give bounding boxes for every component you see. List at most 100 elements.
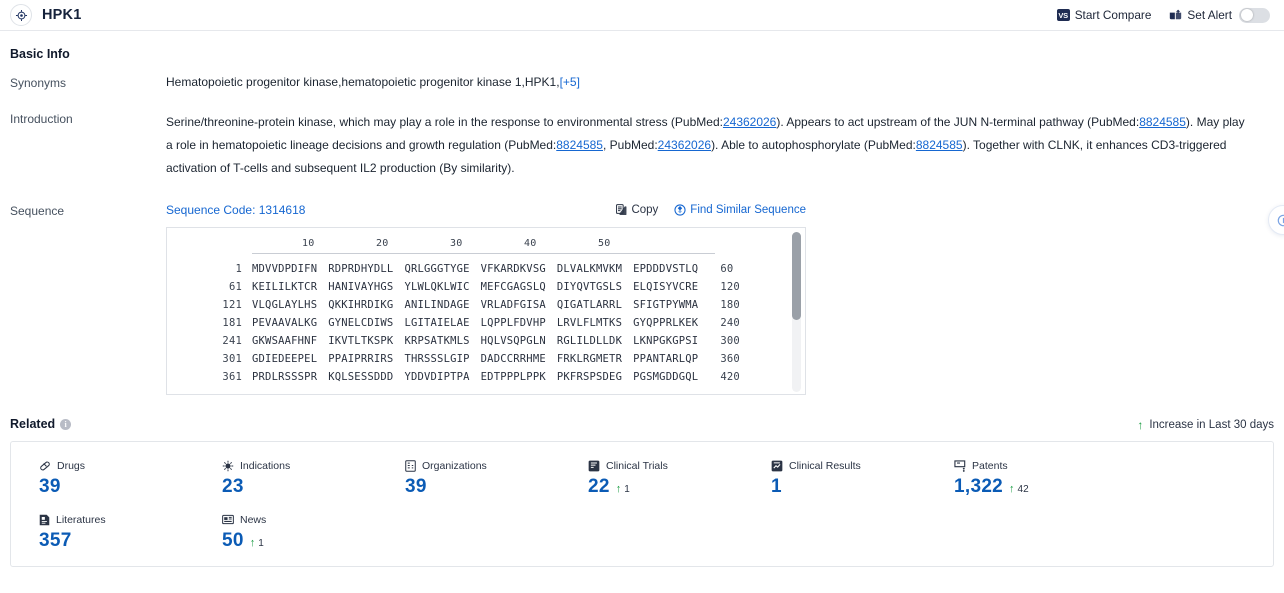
sequence-chunk: RGLILDLLDK: [556, 334, 623, 347]
sequence-chunk: MDVVDPDIFN: [252, 262, 318, 275]
stat-value-row: 50 ↑ 1: [222, 530, 405, 552]
sequence-chunk: PEVAAVALKG: [252, 316, 318, 329]
related-card: Drugs 39 Indications 23 Organizations 39 Clini…: [10, 440, 1274, 567]
sequence-chunk: ANILINDAGE: [404, 298, 470, 311]
related-stat-literatures[interactable]: Literatures 357: [39, 514, 222, 552]
stat-value[interactable]: 1,322: [954, 476, 1003, 498]
sequence-line: 361 PRDLRSSSPR KQLSESSDDD YDDVDIPTPA EDTPPPL…: [167, 368, 805, 386]
stat-value-row: 23: [222, 476, 405, 498]
sequence-chunk: GYQPPRLKEK: [633, 316, 699, 329]
pubmed-link[interactable]: 24362026: [658, 138, 711, 152]
sequence-lines: 1 MDVVDPDIFN RDPRDHYDLL QRLGGGTYGE VFKARDKVS…: [167, 260, 805, 386]
sequence-code[interactable]: Sequence Code: 1314618: [166, 203, 305, 217]
sequence-chunk: YLWLQKLWIC: [404, 280, 470, 293]
sequence-chunk: PPAIPRRIRS: [328, 352, 394, 365]
related-stat-indications[interactable]: Indications 23: [222, 460, 405, 498]
related-stat-news[interactable]: News 50 ↑ 1: [222, 514, 405, 552]
find-similar-label: Find Similar Sequence: [690, 203, 806, 216]
stat-label: Clinical Trials: [588, 460, 771, 472]
set-alert-label: Set Alert: [1187, 8, 1232, 22]
stat-label-text: Indications: [240, 459, 291, 472]
stat-value[interactable]: 357: [39, 530, 72, 552]
start-compare-label: Start Compare: [1074, 8, 1152, 22]
sequence-label: Sequence: [10, 203, 65, 218]
synonyms-row: Synonyms Hematopoietic progenitor kinase…: [10, 75, 1274, 91]
top-bar: HPK1 VS Start Compare Set Alert: [0, 0, 1284, 31]
virus-icon: [222, 460, 234, 472]
sequence-chunk: EPDDDVSTLQ: [633, 262, 699, 275]
introduction-fragment: Serine/threonine-protein kinase, which m…: [166, 114, 723, 129]
building-icon: [405, 460, 416, 472]
stat-label: Literatures: [39, 514, 222, 526]
ruler-tick: 40: [524, 237, 537, 249]
page-title: HPK1: [42, 7, 82, 23]
sequence-line: 1 MDVVDPDIFN RDPRDHYDLL QRLGGGTYGE VFKARDKVS…: [167, 260, 805, 278]
sequence-body: Sequence Code: 1314618 Copy Find Similar…: [166, 203, 1274, 395]
stat-value[interactable]: 39: [39, 476, 61, 498]
stat-label-text: Clinical Trials: [606, 459, 668, 472]
stat-delta: ↑ 42: [1009, 483, 1029, 495]
sequence-line-start: 241: [222, 334, 242, 347]
pubmed-link[interactable]: 8824585: [916, 138, 963, 152]
sequence-residues: PRDLRSSSPR KQLSESSDDD YDDVDIPTPA EDTPPPLPPK…: [252, 371, 698, 383]
set-alert-control[interactable]: Set Alert: [1169, 7, 1270, 23]
sequence-line: 61 KEILILKTCR HANIVAYHGS YLWLQKLWIC MEFCGAGS…: [167, 278, 805, 296]
start-compare-button[interactable]: VS Start Compare: [1056, 8, 1152, 22]
set-alert-toggle[interactable]: [1239, 7, 1270, 23]
sequence-chunk: HANIVAYHGS: [328, 280, 394, 293]
stat-label-text: News: [240, 513, 267, 526]
synonyms-value: Hematopoietic progenitor kinase,hematopo…: [166, 75, 1274, 91]
patents-icon: [954, 460, 966, 472]
stat-value[interactable]: 39: [405, 476, 427, 498]
copy-button[interactable]: Copy: [616, 204, 658, 216]
find-similar-sequence-button[interactable]: Find Similar Sequence: [674, 204, 806, 216]
sequence-chunk: MEFCGAGSLQ: [480, 280, 546, 293]
introduction-row: Introduction Serine/threonine-protein ki…: [10, 111, 1274, 181]
sequence-scrollbar-track[interactable]: [792, 231, 801, 392]
pubmed-link[interactable]: 8824585: [556, 138, 603, 152]
stat-label-text: Clinical Results: [789, 459, 861, 472]
sequence-chunk: HQLVSQPGLN: [480, 334, 546, 347]
delta-up-arrow-icon: ↑: [249, 536, 256, 549]
related-stat-drugs[interactable]: Drugs 39: [39, 460, 222, 498]
stat-value[interactable]: 22: [588, 476, 610, 498]
stat-delta: ↑ 1: [616, 483, 630, 495]
sequence-chunk: VFKARDKVSG: [480, 262, 546, 275]
related-stat-clinical-trials[interactable]: Clinical Trials 22 ↑ 1: [588, 460, 771, 498]
sequence-line: 181 PEVAAVALKG GYNELCDIWS LGITAIELAE LQPPLFD…: [167, 314, 805, 332]
stat-value-row: 1,322 ↑ 42: [954, 476, 1137, 498]
stat-value[interactable]: 23: [222, 476, 244, 498]
sequence-line: 241 GKWSAAFHNF IKVTLTKSPK KRPSATKMLS HQLVSQP…: [167, 332, 805, 350]
pubmed-link[interactable]: 24362026: [723, 115, 776, 129]
sequence-scrollbar-thumb[interactable]: [792, 231, 801, 320]
delta-value: 1: [624, 483, 630, 495]
info-icon[interactable]: i: [60, 418, 72, 430]
pubmed-link[interactable]: 8824585: [1139, 115, 1186, 129]
stat-value[interactable]: 1: [771, 476, 782, 498]
sequence-chunk: QIGATLARRL: [556, 298, 623, 311]
sequence-viewer[interactable]: 10 20 30 40 50 1 MDVVDPDIFN RDPRDHYDLL QRLGGGTY…: [166, 226, 806, 395]
sequence-chunk: LKNPGKGPSI: [633, 334, 699, 347]
sequence-chunk: DLVALKMVKM: [556, 262, 623, 275]
target-icon: [10, 4, 32, 26]
literatures-icon: [39, 514, 50, 526]
stat-value-row: 357: [39, 530, 222, 552]
sequence-line-end: 360: [720, 352, 740, 365]
sequence-actions: Copy Find Similar Sequence: [616, 204, 806, 216]
synonyms-more-link[interactable]: [+5]: [560, 75, 580, 89]
related-stat-patents[interactable]: Patents 1,322 ↑ 42: [954, 460, 1137, 498]
news-icon: [222, 514, 234, 525]
related-stat-clinical-results[interactable]: Clinical Results 1: [771, 460, 954, 498]
introduction-fragment: ). Appears to act upstream of the JUN N-…: [776, 114, 1140, 129]
stat-value-row: 39: [405, 476, 588, 498]
sequence-chunk: QKKIHRDIKG: [328, 298, 394, 311]
stat-label: Patents: [954, 460, 1137, 472]
sequence-chunk: IKVTLTKSPK: [328, 334, 394, 347]
alert-bell-icon: [1169, 9, 1182, 21]
sequence-chunk: VLQGLAYLHS: [252, 298, 318, 311]
sequence-residues: GKWSAAFHNF IKVTLTKSPK KRPSATKMLS HQLVSQPGLN…: [252, 335, 698, 347]
top-bar-actions: VS Start Compare Set Alert: [1056, 7, 1270, 23]
related-stat-organizations[interactable]: Organizations 39: [405, 460, 588, 498]
stat-value[interactable]: 50: [222, 530, 244, 552]
sequence-chunk: RDPRDHYDLL: [328, 262, 394, 275]
